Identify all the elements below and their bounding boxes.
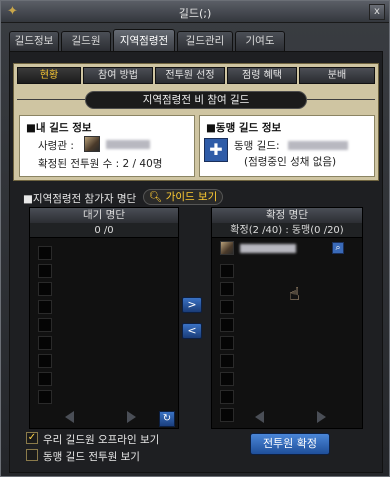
guide-button-label: 가이드 보기 bbox=[165, 191, 218, 203]
show-ally-fighters-label: 동맹 길드 전투원 보기 bbox=[43, 451, 140, 463]
ally-guild-cross-icon: ✚ bbox=[204, 138, 228, 162]
waiting-list: 대기 명단 0 /0 bbox=[29, 207, 179, 429]
waiting-list-pager bbox=[29, 411, 179, 425]
list-slot[interactable] bbox=[38, 264, 52, 278]
pointer-hand-icon: ☝ bbox=[289, 284, 300, 305]
list-slot[interactable] bbox=[38, 246, 52, 260]
subtab-how-to-join[interactable]: 참여 방법 bbox=[83, 67, 153, 84]
participants-header: ■지역점령전 참가자 명단 bbox=[23, 193, 137, 205]
my-guild-header: ■내 길드 정보 bbox=[26, 122, 92, 134]
refresh-button[interactable]: ↻ bbox=[159, 411, 175, 427]
waiting-list-title: 대기 명단 bbox=[30, 208, 178, 223]
window-title: 길드(;) bbox=[178, 7, 212, 20]
list-slot[interactable] bbox=[220, 318, 234, 332]
subtab-distribution[interactable]: 분배 bbox=[299, 67, 375, 84]
confirmed-list: 확정 명단 확정(2 /40) : 동맹(0 /20) ⌕ bbox=[211, 207, 363, 429]
confirmed-list-pager bbox=[213, 411, 363, 425]
ally-guild-name-redacted bbox=[288, 141, 348, 150]
list-slot[interactable] bbox=[38, 372, 52, 386]
tab-territory-war[interactable]: 지역점령전 bbox=[113, 29, 175, 51]
subtab-fighter-selection[interactable]: 전투원 선정 bbox=[155, 67, 225, 84]
move-to-waiting-button[interactable]: < bbox=[182, 323, 202, 339]
member-name-redacted bbox=[240, 244, 296, 253]
waiting-list-count: 0 /0 bbox=[30, 223, 178, 238]
list-slot[interactable] bbox=[220, 264, 234, 278]
list-slot[interactable] bbox=[220, 336, 234, 350]
confirmed-list-title: 확정 명단 bbox=[212, 208, 362, 223]
title-bar[interactable]: ✦ 길드(;) x bbox=[1, 1, 389, 23]
show-offline-label: 우리 길드원 오프라인 보기 bbox=[43, 434, 160, 446]
show-offline-checkbox[interactable]: ✓ bbox=[26, 432, 38, 444]
list-slot[interactable] bbox=[38, 300, 52, 314]
prev-page-icon[interactable] bbox=[255, 411, 264, 423]
next-page-icon[interactable] bbox=[127, 411, 136, 423]
ally-guild-label: 동맹 길드: bbox=[234, 140, 280, 152]
show-ally-fighters-checkbox[interactable] bbox=[26, 449, 38, 461]
participation-banner: 지역점령전 비 참여 길드 bbox=[85, 91, 307, 109]
move-to-confirmed-button[interactable]: > bbox=[182, 297, 202, 313]
ally-castle-status: (점령중인 성채 없음) bbox=[244, 156, 337, 168]
magnifier-icon: 🔍︎ bbox=[149, 191, 163, 203]
confirm-fighters-button[interactable]: 전투원 확정 bbox=[250, 433, 330, 455]
subtab-bar: 현황 참여 방법 전투원 선정 점령 혜택 분배 bbox=[17, 67, 375, 84]
list-slot[interactable] bbox=[38, 336, 52, 350]
tab-members[interactable]: 길드원 bbox=[61, 31, 111, 51]
close-button[interactable]: x bbox=[369, 4, 385, 20]
list-slot[interactable] bbox=[220, 390, 234, 404]
commander-name-redacted bbox=[106, 140, 150, 149]
confirmed-list-count: 확정(2 /40) : 동맹(0 /20) bbox=[212, 223, 362, 238]
tab-guild-info[interactable]: 길드정보 bbox=[9, 31, 59, 51]
list-slot[interactable] bbox=[38, 282, 52, 296]
list-slot[interactable] bbox=[220, 372, 234, 386]
subtab-status[interactable]: 현황 bbox=[17, 67, 81, 84]
prev-page-icon[interactable] bbox=[65, 411, 74, 423]
list-slot[interactable] bbox=[38, 318, 52, 332]
fighters-count: 확정된 전투원 수 : 2 / 40명 bbox=[38, 158, 163, 170]
commander-avatar bbox=[84, 136, 100, 152]
list-slot[interactable] bbox=[220, 282, 234, 296]
ally-guild-info: ■동맹 길드 정보 ✚ 동맹 길드: (점령중인 성채 없음) bbox=[199, 115, 375, 177]
list-slot[interactable] bbox=[38, 354, 52, 368]
tab-contribution[interactable]: 기여도 bbox=[235, 31, 285, 51]
commander-label: 사령관 : bbox=[38, 140, 74, 152]
guide-button[interactable]: 🔍︎ 가이드 보기 bbox=[143, 189, 224, 205]
my-guild-info: ■내 길드 정보 사령관 : 확정된 전투원 수 : 2 / 40명 bbox=[19, 115, 195, 177]
guild-window: ✦ 길드(;) x 길드정보 길드원 지역점령전 길드관리 기여도 현황 참여 … bbox=[0, 0, 390, 477]
next-page-icon[interactable] bbox=[317, 411, 326, 423]
list-slot[interactable] bbox=[220, 354, 234, 368]
member-search-icon[interactable]: ⌕ bbox=[332, 242, 344, 254]
ally-guild-header: ■동맹 길드 정보 bbox=[206, 122, 282, 134]
divider bbox=[307, 99, 375, 100]
subtab-occupation-benefits[interactable]: 점령 혜택 bbox=[227, 67, 297, 84]
member-avatar bbox=[220, 241, 234, 255]
divider bbox=[17, 99, 85, 100]
list-slot[interactable] bbox=[220, 300, 234, 314]
tab-guild-management[interactable]: 길드관리 bbox=[177, 31, 233, 51]
list-slot[interactable] bbox=[38, 390, 52, 404]
